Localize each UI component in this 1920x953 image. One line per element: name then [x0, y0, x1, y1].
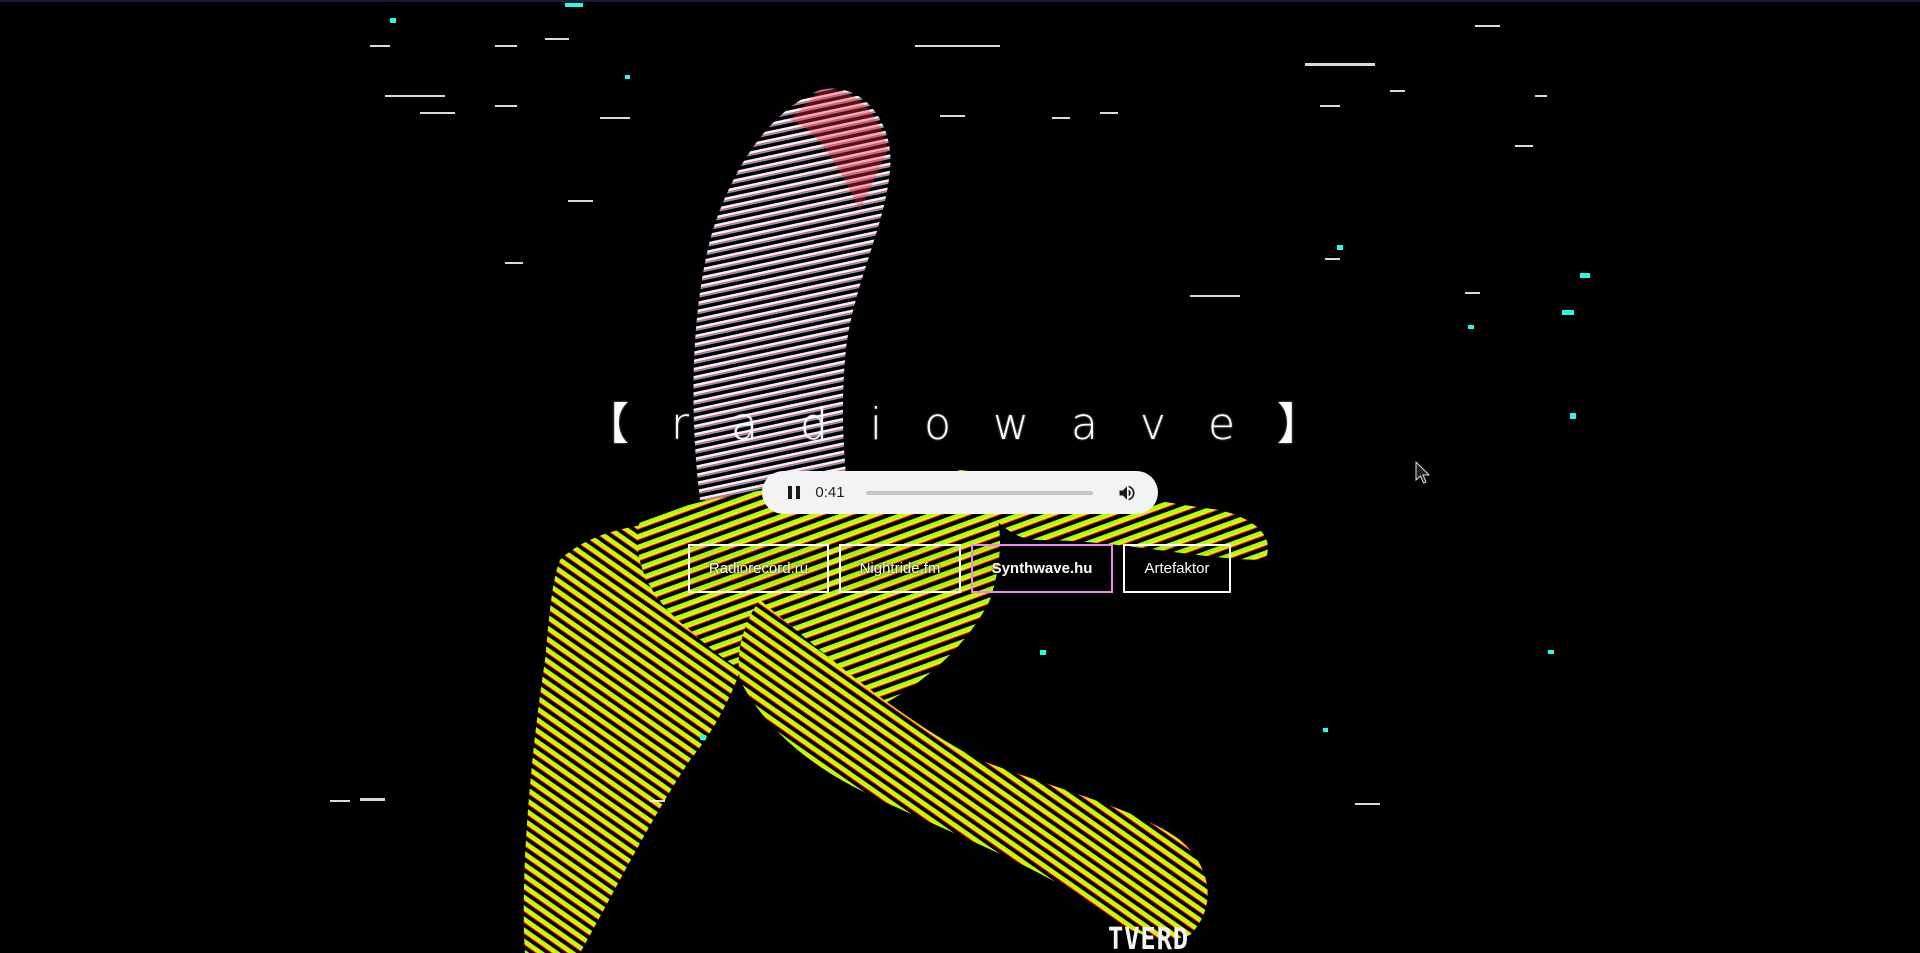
page-title: 【 r a d i o w a v e 】 [584, 399, 1336, 450]
volume-button[interactable] [1115, 480, 1140, 506]
pause-button[interactable] [780, 479, 807, 507]
volume-icon [1119, 485, 1135, 500]
page-root: 【 r a d i o w a v e 】 0:41 Radiorecord.r… [0, 0, 1920, 953]
station-button-artefaktor[interactable]: Artefaktor [1123, 544, 1231, 593]
station-list: Radiorecord.ru Nightride.fm Synthwave.hu… [688, 544, 1231, 593]
seek-bar[interactable] [865, 490, 1093, 495]
station-button-nightride[interactable]: Nightride.fm [839, 544, 961, 593]
audio-player[interactable]: 0:41 [762, 471, 1158, 514]
pause-icon [786, 486, 802, 499]
mouse-cursor-icon [1415, 461, 1431, 484]
banana-peel-bottom [738, 600, 1208, 939]
playback-time: 0:41 [815, 484, 845, 501]
station-button-radiorecord[interactable]: Radiorecord.ru [688, 544, 829, 593]
tverd-logo: TVERD [1108, 922, 1190, 953]
station-button-synthwave[interactable]: Synthwave.hu [971, 544, 1113, 593]
